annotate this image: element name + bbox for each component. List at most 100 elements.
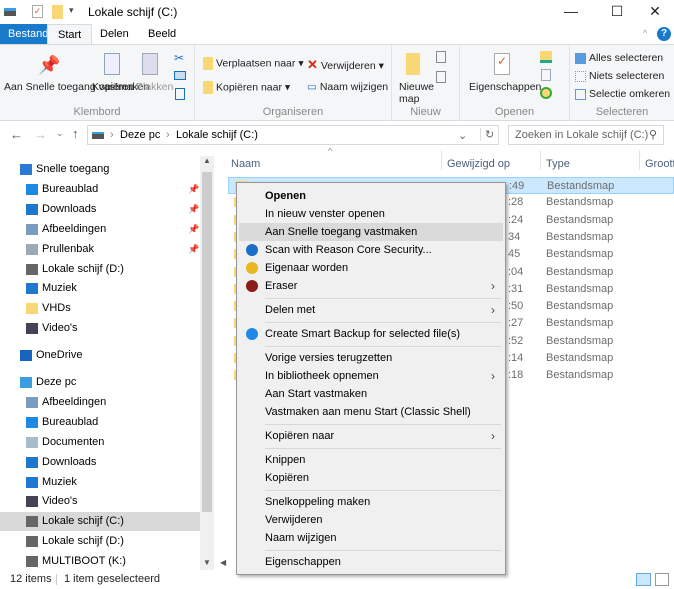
download-icon: [26, 456, 38, 468]
menu-item[interactable]: Eraser ›: [239, 277, 503, 295]
group-label-klembord: Klembord: [73, 106, 121, 118]
close-button[interactable]: ✕: [640, 3, 670, 20]
menu-item[interactable]: In bibliotheek opnemen ›: [239, 367, 503, 385]
move-to-button[interactable]: Verplaatsen naar ▾: [203, 57, 304, 70]
minimize-button[interactable]: —: [556, 3, 586, 19]
menu-item[interactable]: Verwijderen: [239, 511, 503, 529]
back-button[interactable]: ←: [10, 127, 23, 142]
new-item-icon[interactable]: [436, 51, 446, 63]
menu-item[interactable]: Naam wijzigen: [239, 529, 503, 547]
menu-item[interactable]: Eigenschappen: [239, 553, 503, 571]
menu-item[interactable]: Aan Snelle toegang vastmaken: [239, 223, 503, 241]
nav-item[interactable]: Deze pc: [0, 373, 200, 392]
maximize-button[interactable]: ☐: [602, 3, 632, 20]
menu-item[interactable]: In nieuw venster openen: [239, 205, 503, 223]
breadcrumb-deze-pc[interactable]: Deze pc: [120, 129, 160, 141]
nav-item[interactable]: Downloads: [0, 453, 200, 472]
nav-item[interactable]: Video's: [0, 319, 200, 338]
scroll-up-icon[interactable]: ▲: [203, 156, 211, 165]
delete-button[interactable]: ✕ Verwijderen ▾: [307, 57, 384, 73]
scroll-down-icon[interactable]: ▼: [203, 558, 211, 567]
menu-item[interactable]: Openen: [239, 187, 503, 205]
help-icon[interactable]: ?: [657, 27, 671, 41]
cut-icon[interactable]: ✂: [174, 51, 184, 65]
scroll-left-icon[interactable]: ◀: [220, 558, 226, 567]
select-none-button[interactable]: Niets selecteren: [575, 70, 664, 82]
menu-item[interactable]: Scan with Reason Core Security...: [239, 241, 503, 259]
open-icon[interactable]: [540, 51, 552, 63]
new-folder-button[interactable]: Nieuwe map: [399, 81, 439, 105]
nav-item[interactable]: MULTIBOOT (K:): [0, 552, 200, 571]
menu-item[interactable]: Knippen: [239, 451, 503, 469]
refresh-button[interactable]: ↻: [480, 128, 494, 141]
backup-icon: [246, 328, 258, 340]
column-naam[interactable]: Naam: [231, 154, 260, 174]
search-icon: ⚲: [648, 129, 657, 141]
menu-item[interactable]: Vastmaken aan menu Start (Classic Shell): [239, 403, 503, 421]
nav-item[interactable]: Bureaublad 📌: [0, 180, 200, 199]
easy-access-icon[interactable]: [436, 71, 446, 83]
menu-item[interactable]: Kopiëren naar ›: [239, 427, 503, 445]
history-icon[interactable]: [540, 87, 552, 99]
address-field[interactable]: › Deze pc › Lokale schijf (C:) ⌄ ↻: [87, 125, 499, 145]
nav-item[interactable]: Muziek: [0, 473, 200, 492]
nav-scrollbar-thumb[interactable]: [202, 172, 212, 512]
tab-start[interactable]: Start: [47, 24, 93, 44]
nav-item[interactable]: Downloads 📌: [0, 200, 200, 219]
paste-shortcut-icon[interactable]: [175, 88, 185, 100]
address-dropdown-icon[interactable]: ⌄: [458, 129, 467, 142]
recent-dropdown-button[interactable]: ⌄: [56, 128, 64, 139]
menu-item[interactable]: Snelkoppeling maken: [239, 493, 503, 511]
properties-qa-icon[interactable]: ✓: [32, 5, 43, 18]
column-grootte[interactable]: Grootte: [645, 154, 674, 174]
breadcrumb-lokale-schijf[interactable]: Lokale schijf (C:): [176, 129, 258, 141]
nav-item[interactable]: OneDrive: [0, 346, 200, 365]
pin-icon[interactable]: 📌: [188, 240, 199, 259]
copy-button[interactable]: Kopiëren: [92, 81, 134, 93]
menu-item[interactable]: Create Smart Backup for selected file(s): [239, 325, 503, 343]
column-divider[interactable]: [639, 150, 640, 170]
large-icons-view-button[interactable]: [655, 573, 669, 586]
column-type[interactable]: Type: [546, 154, 570, 174]
edit-icon[interactable]: [541, 69, 551, 81]
column-gewijzigd-op[interactable]: Gewijzigd op: [447, 154, 510, 174]
details-view-button[interactable]: [636, 573, 651, 586]
nav-item[interactable]: Bureaublad: [0, 413, 200, 432]
tab-beeld[interactable]: Beeld: [140, 24, 184, 44]
qa-dropdown-icon[interactable]: ▾: [69, 5, 74, 16]
nav-item[interactable]: Afbeeldingen 📌: [0, 220, 200, 239]
rename-button[interactable]: ▭ Naam wijzigen: [307, 81, 388, 93]
up-button[interactable]: ↑: [72, 126, 79, 141]
forward-button[interactable]: →: [34, 127, 47, 142]
pin-icon[interactable]: 📌: [188, 200, 199, 219]
nav-item[interactable]: Video's: [0, 492, 200, 511]
menu-item[interactable]: Eigenaar worden: [239, 259, 503, 277]
column-divider[interactable]: [441, 150, 442, 170]
menu-item[interactable]: Vorige versies terugzetten: [239, 349, 503, 367]
menu-item[interactable]: Kopiëren: [239, 469, 503, 487]
nav-item[interactable]: Prullenbak 📌: [0, 240, 200, 259]
new-folder-qa-icon[interactable]: [52, 5, 63, 19]
menu-item[interactable]: Delen met ›: [239, 301, 503, 319]
menu-item[interactable]: Aan Start vastmaken: [239, 385, 503, 403]
copy-to-button[interactable]: Kopiëren naar ▾: [203, 81, 290, 94]
search-input[interactable]: Zoeken in Lokale schijf (C:) ⚲: [508, 125, 664, 145]
select-all-button[interactable]: Alles selecteren: [575, 52, 663, 64]
invert-selection-button[interactable]: Selectie omkeren: [575, 88, 670, 100]
paste-button[interactable]: Plakken: [136, 81, 173, 93]
tab-delen[interactable]: Delen: [92, 24, 137, 44]
copy-path-icon[interactable]: [174, 71, 186, 80]
column-divider[interactable]: [540, 150, 541, 170]
nav-item[interactable]: Lokale schijf (D:): [0, 260, 200, 279]
properties-button[interactable]: Eigenschappen: [469, 81, 541, 93]
pin-icon[interactable]: 📌: [188, 220, 199, 239]
nav-item[interactable]: VHDs: [0, 299, 200, 318]
nav-item[interactable]: Afbeeldingen: [0, 393, 200, 412]
nav-item[interactable]: Snelle toegang: [0, 160, 200, 179]
pin-icon[interactable]: 📌: [188, 180, 199, 199]
nav-item[interactable]: Lokale schijf (C:): [0, 512, 200, 532]
nav-item[interactable]: Lokale schijf (D:): [0, 532, 200, 551]
collapse-ribbon-icon[interactable]: ^: [643, 28, 647, 38]
nav-item[interactable]: Documenten: [0, 433, 200, 452]
nav-item[interactable]: Muziek: [0, 279, 200, 298]
